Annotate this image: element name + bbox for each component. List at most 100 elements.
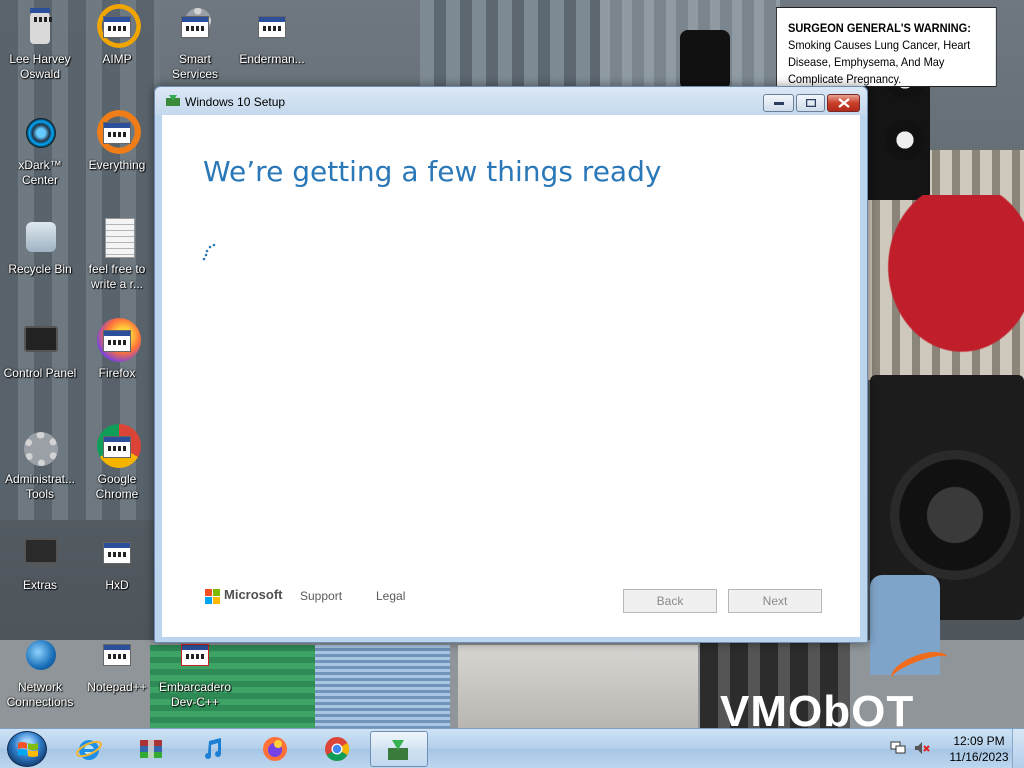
enderman-shortcut-icon [258, 16, 286, 38]
window-title-bar[interactable]: Windows 10 Setup [155, 87, 867, 115]
text-document-icon [105, 218, 135, 258]
setup-content: We’re getting a few things ready Microso… [162, 115, 860, 637]
setup-app-icon [166, 95, 180, 106]
windows-setup-icon [388, 740, 408, 760]
desktop-icon-recycle-bin[interactable]: Recycle Bin [0, 218, 80, 277]
taskbar-archive-app[interactable] [124, 731, 178, 767]
network-tray-icon[interactable] [890, 741, 906, 755]
desktop-icon-label: Firefox [98, 366, 136, 380]
wallpaper-building-center [420, 0, 620, 90]
close-button[interactable] [827, 94, 860, 112]
person-icon [30, 8, 52, 44]
taskbar-firefox[interactable] [248, 731, 302, 767]
clock-date[interactable]: 11/16/2023 [942, 750, 1016, 764]
windows-setup-window: Windows 10 Setup We’re getting a few thi… [154, 86, 868, 643]
back-button[interactable]: Back [623, 589, 717, 613]
close-icon [837, 98, 850, 108]
window-title: Windows 10 Setup [185, 95, 286, 109]
next-button[interactable]: Next [728, 589, 822, 613]
firefox-icon [263, 737, 287, 761]
desktop-icon-administrative-tools[interactable]: Administrat... Tools [0, 428, 80, 502]
desktop-icon-label: Everything [88, 158, 146, 172]
notepad-plus-plus-icon [103, 644, 131, 666]
windows-logo-icon [18, 742, 38, 757]
desktop-icon-label: Lee Harvey Oswald [9, 52, 71, 81]
desktop-icon-label: xDark™ Center [18, 158, 62, 187]
wallpaper-speaker-cone [885, 120, 925, 160]
desktop-icon-label: Control Panel [3, 366, 77, 380]
desktop-icon-label: AIMP [102, 52, 132, 66]
desktop-icon-enderman[interactable]: Enderman... [232, 8, 312, 67]
xdark-center-icon [26, 118, 56, 148]
desktop-icon-network-connections[interactable]: Network Connections [0, 636, 80, 710]
surgeon-general-warning: SURGEON GENERAL'S WARNING: Smoking Cause… [776, 7, 997, 87]
administrative-tools-icon [24, 432, 58, 466]
system-tray: 12:09 PM 11/16/2023 [880, 729, 1024, 768]
warning-title: SURGEON GENERAL'S WARNING: [787, 21, 971, 35]
legal-link[interactable]: Legal [376, 589, 405, 603]
volume-muted-icon[interactable] [914, 741, 930, 755]
wallpaper-speaker-woofer [890, 450, 1020, 580]
taskbar-itunes[interactable] [186, 731, 240, 767]
wallpaper-blue-block [315, 645, 450, 728]
support-link[interactable]: Support [300, 589, 342, 603]
start-button[interactable] [7, 731, 47, 767]
desktop-icon-label: Enderman... [239, 52, 305, 66]
desktop-icon-label: HxD [105, 578, 129, 592]
show-desktop-button[interactable] [1012, 729, 1024, 768]
desktop-icon-control-panel[interactable]: Control Panel [0, 322, 80, 381]
minimize-icon [773, 102, 784, 105]
desktop-icon-label: feel free to write a r... [88, 262, 146, 291]
taskbar: 12:09 PM 11/16/2023 [0, 728, 1024, 768]
shortcut-stub-icon [181, 16, 209, 38]
maximize-button[interactable] [796, 94, 825, 112]
extras-folder-icon [24, 538, 58, 564]
desktop-icon-aimp[interactable]: AIMP [77, 4, 157, 67]
desktop-icon-label: Administrat... Tools [4, 472, 76, 501]
desktop-icon-google-chrome[interactable]: Google Chrome [77, 424, 157, 502]
wallpaper-red-shape [868, 195, 1024, 375]
desktop-icon-devcpp[interactable]: Embarcadero Dev-C++ [155, 636, 235, 710]
desktop-icon-label: Recycle Bin [8, 262, 72, 276]
wallpaper-brand-text: VMObOT [720, 687, 915, 729]
desktop-icon-text-document[interactable]: feel free to write a r... [77, 218, 157, 292]
chrome-icon [325, 737, 350, 762]
desktop-icon-notepad-plus-plus[interactable]: Notepad++ [77, 636, 157, 695]
wallpaper-toilets [458, 645, 698, 728]
taskbar-chrome[interactable] [310, 731, 364, 767]
warning-text: Smoking Causes Lung Cancer, Heart Diseas… [787, 38, 971, 86]
itunes-icon [205, 738, 221, 759]
control-panel-icon [24, 326, 58, 352]
hxd-icon [103, 542, 131, 564]
wallpaper-speaker-small [680, 30, 730, 90]
recycle-bin-icon [26, 222, 56, 252]
desktop-icon-firefox[interactable]: Firefox [77, 318, 157, 381]
taskbar-windows-setup[interactable] [370, 731, 428, 767]
shortcut-stub-icon [103, 16, 131, 38]
archive-app-icon [140, 740, 162, 758]
shortcut-stub-icon [103, 436, 131, 458]
desktop-icon-label: Google Chrome [95, 472, 139, 501]
desktop-icon-smart-services[interactable]: Smart Services [155, 8, 235, 82]
desktop-icon-label: Smart Services [171, 52, 218, 81]
desktop-icon-everything[interactable]: Everything [77, 110, 157, 173]
desktop-icon-hxd[interactable]: HxD [77, 534, 157, 593]
taskbar-internet-explorer[interactable] [62, 731, 116, 767]
internet-explorer-icon [76, 740, 102, 760]
desktop-icon-lee-harvey-oswald[interactable]: Lee Harvey Oswald [0, 8, 80, 82]
page-heading: We’re getting a few things ready [203, 155, 662, 188]
microsoft-logo-icon [205, 589, 220, 604]
shortcut-stub-icon [103, 122, 131, 144]
desktop-icon-xdark-center[interactable]: xDark™ Center [0, 114, 80, 188]
clock-time[interactable]: 12:09 PM [946, 734, 1012, 748]
desktop-icon-extras[interactable]: Extras [0, 534, 80, 593]
desktop-icon-label: Network Connections [6, 680, 74, 709]
microsoft-brand-text: Microsoft [224, 587, 283, 602]
desktop-icon-label: Extras [22, 578, 57, 592]
minimize-button[interactable] [763, 94, 794, 112]
desktop-icon-label: Embarcadero Dev-C++ [158, 680, 232, 709]
devcpp-icon [181, 644, 209, 666]
shortcut-stub-icon [103, 330, 131, 352]
loading-spinner-icon [202, 243, 216, 261]
maximize-icon [805, 99, 816, 107]
